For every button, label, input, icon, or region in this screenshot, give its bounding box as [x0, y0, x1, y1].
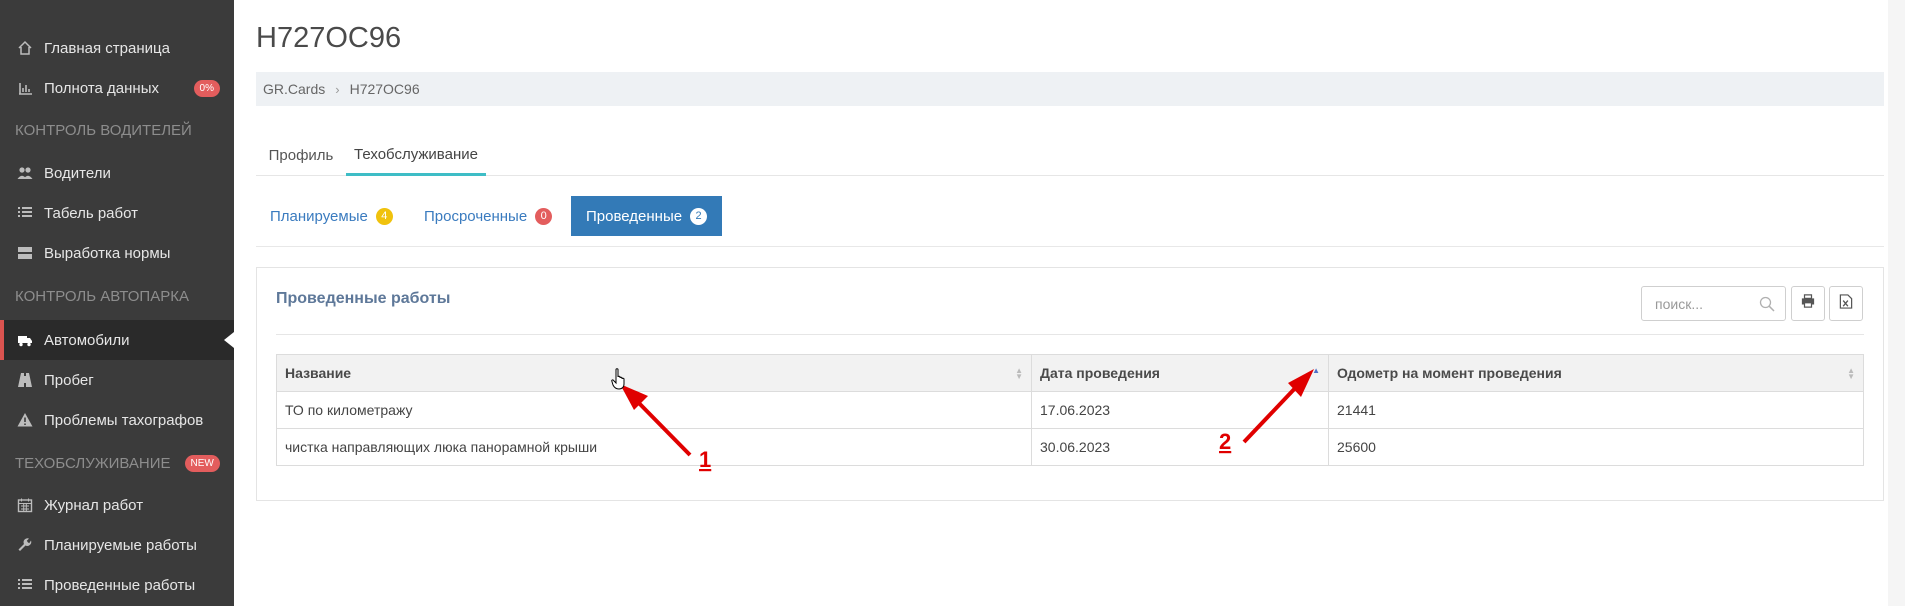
- cell-date: 17.06.2023: [1031, 391, 1329, 429]
- table-row[interactable]: ТО по километражу 17.06.2023 21441: [276, 391, 1864, 429]
- sidebar-item-label: Проведенные работы: [44, 576, 196, 594]
- subtab-label: Планируемые: [270, 207, 368, 225]
- users-icon: [15, 165, 35, 181]
- planned-count-badge: 4: [375, 207, 393, 225]
- sidebar-item-timesheet[interactable]: Табель работ: [0, 193, 234, 233]
- subtab-overdue[interactable]: Просроченные 0: [424, 196, 553, 236]
- tab-profile[interactable]: Профиль: [256, 135, 346, 176]
- list-icon: [15, 205, 35, 221]
- cell-name: ТО по километражу: [276, 391, 1032, 429]
- breadcrumb-current: Н727ОС96: [349, 81, 420, 97]
- sidebar-item-label: Проблемы тахографов: [44, 411, 204, 429]
- sidebar-item-mileage[interactable]: Пробег: [0, 360, 234, 400]
- server-icon: [15, 245, 35, 261]
- vertical-scrollbar[interactable]: [1888, 0, 1905, 606]
- sidebar-item-data-completeness[interactable]: Полнота данных 0%: [0, 68, 234, 108]
- excel-icon: [1839, 293, 1853, 314]
- sidebar-item-label: Водители: [44, 164, 111, 182]
- section-maintenance-header: Техобслуживание NEW: [15, 455, 220, 472]
- subtab-label: Просроченные: [424, 207, 528, 225]
- subtab-planned[interactable]: Планируемые 4: [270, 196, 393, 236]
- calendar-icon: [15, 497, 35, 513]
- subtab-label: Проведенные: [586, 207, 683, 225]
- overdue-count-badge: 0: [535, 207, 553, 225]
- panel-divider: [276, 334, 1864, 335]
- export-excel-button[interactable]: [1829, 286, 1863, 321]
- list-icon: [15, 577, 35, 593]
- sidebar-item-completed-works[interactable]: Проведенные работы: [0, 565, 234, 605]
- cell-odometer: 21441: [1328, 391, 1864, 429]
- search-input[interactable]: поиск...: [1641, 286, 1786, 321]
- sidebar-item-cars[interactable]: Автомобили: [0, 320, 234, 360]
- sidebar-item-norm[interactable]: Выработка нормы: [0, 233, 234, 273]
- sort-asc-icon: ▲▼: [1312, 366, 1320, 375]
- home-icon: [15, 40, 35, 56]
- sort-icon: ▲ ▼: [1015, 366, 1023, 381]
- sidebar-item-tachograph-problems[interactable]: Проблемы тахографов: [0, 400, 234, 440]
- truck-icon: [15, 332, 35, 348]
- completed-count-badge: 2: [690, 207, 708, 225]
- search-placeholder: поиск...: [1655, 295, 1703, 312]
- table-header-row: Название ▲▼ Дата проведения ▲▼ Одометр н…: [276, 354, 1864, 392]
- sidebar-item-home[interactable]: Главная страница: [0, 28, 234, 68]
- sidebar-item-label: Пробег: [44, 371, 94, 389]
- sidebar-item-label: Полнота данных: [44, 79, 159, 97]
- column-header-odometer[interactable]: Одометр на момент проведения ▲ ▼: [1328, 354, 1864, 392]
- warning-icon: [15, 412, 35, 428]
- road-icon: [15, 372, 35, 388]
- sort-icon: ▲ ▼: [1847, 366, 1855, 381]
- bar-chart-icon: [15, 80, 35, 96]
- wrench-icon: [15, 537, 35, 553]
- completeness-badge: 0%: [193, 79, 220, 97]
- sidebar-item-work-journal[interactable]: Журнал работ: [0, 485, 234, 525]
- search-icon: [1759, 296, 1775, 315]
- print-icon: [1801, 294, 1815, 313]
- subtabs: Планируемые 4 Просроченные 0 Проведенные…: [256, 196, 1884, 247]
- cell-date: 30.06.2023: [1031, 428, 1329, 466]
- section-maintenance-label: Техобслуживание: [15, 455, 171, 472]
- chevron-right-icon: ›: [335, 81, 340, 97]
- section-drivers-header: Контроль водителей: [15, 122, 192, 139]
- section-fleet-header: Контроль автопарка: [15, 288, 189, 305]
- sidebar-item-planned-works[interactable]: Планируемые работы: [0, 525, 234, 565]
- tabs: Профиль Техобслуживание: [256, 135, 1884, 176]
- cell-name: чистка направляющих люка панорамной крыш…: [276, 428, 1032, 466]
- column-header-name[interactable]: Название ▲ ▼: [276, 354, 1032, 392]
- sidebar-item-label: Планируемые работы: [44, 536, 197, 554]
- sidebar-item-label: Автомобили: [44, 331, 130, 349]
- hand-cursor-icon: [611, 368, 629, 395]
- sidebar-item-label: Табель работ: [44, 204, 138, 222]
- cell-odometer: 25600: [1328, 428, 1864, 466]
- print-button[interactable]: [1791, 286, 1825, 321]
- page-title: Н727ОС96: [256, 22, 402, 54]
- table-row[interactable]: чистка направляющих люка панорамной крыш…: [276, 428, 1864, 466]
- breadcrumb-link-home[interactable]: GR.Cards: [263, 81, 325, 97]
- completed-works-panel: Проведенные работы поиск... Название ▲ ▼ …: [256, 267, 1884, 501]
- breadcrumb: GR.Cards › Н727ОС96: [256, 72, 1884, 106]
- tab-maintenance[interactable]: Техобслуживание: [346, 135, 486, 176]
- column-header-date[interactable]: Дата проведения ▲▼: [1031, 354, 1329, 392]
- sidebar-item-label: Главная страница: [44, 39, 170, 57]
- completed-works-table: Название ▲▼ Дата проведения ▲▼ Одометр н…: [276, 354, 1864, 466]
- sidebar: Главная страница Полнота данных 0% Контр…: [0, 0, 234, 606]
- subtab-completed[interactable]: Проведенные 2: [571, 196, 723, 236]
- sidebar-item-label: Выработка нормы: [44, 244, 171, 262]
- new-badge: NEW: [184, 455, 220, 472]
- panel-title: Проведенные работы: [276, 290, 451, 307]
- sidebar-item-label: Журнал работ: [44, 496, 144, 514]
- sidebar-item-drivers[interactable]: Водители: [0, 153, 234, 193]
